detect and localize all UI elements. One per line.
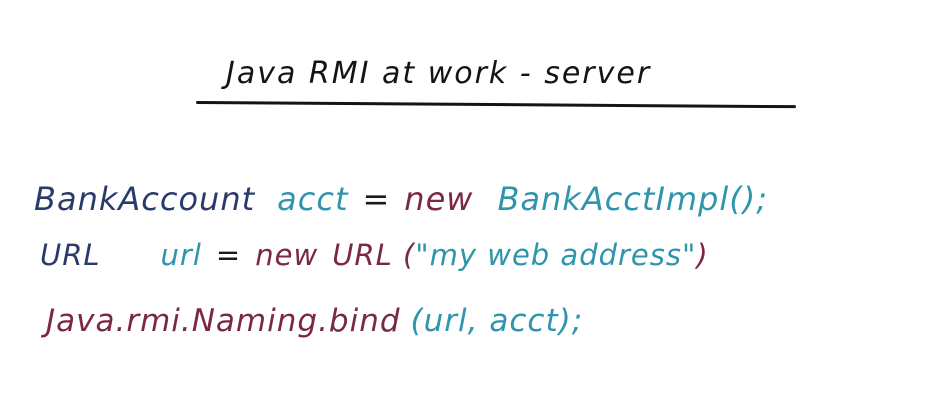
args-close: ); (558, 303, 584, 339)
args-open-paren: ( (410, 303, 424, 339)
new-keyword: new (255, 238, 319, 272)
code-line-bank-account: BankAccount acct = new BankAcctImpl(); (34, 180, 768, 218)
constructor-call: URL ( (332, 238, 416, 272)
whiteboard-canvas: Java RMI at work - server BankAccount acc… (0, 0, 937, 418)
code-line-url: URL url = new URL ("my web address") (40, 238, 709, 272)
constructor-call: BankAcctImpl(); (497, 180, 768, 218)
variable-name: acct (277, 180, 349, 218)
equals-sign: = (215, 238, 242, 272)
closing-paren: ) (696, 238, 709, 272)
code-line-naming-bind: Java.rmi.Naming.bind (url, acct); (46, 303, 583, 339)
type-name: BankAccount (34, 180, 256, 218)
title-underline (195, 101, 796, 109)
slide-title: Java RMI at work - server (226, 56, 652, 91)
variable-name: url (160, 238, 202, 272)
equals-sign: = (362, 180, 391, 218)
string-argument: "my web address" (415, 238, 697, 272)
type-name: URL (40, 238, 101, 272)
method-arguments: url, acct (423, 303, 559, 339)
method-call: Java.rmi.Naming.bind (46, 303, 401, 339)
new-keyword: new (404, 180, 474, 218)
